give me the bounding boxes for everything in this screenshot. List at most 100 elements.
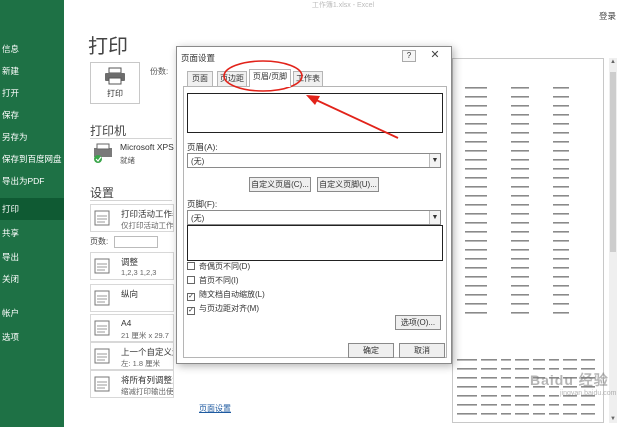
print-button[interactable]: 打印 [90, 62, 140, 104]
setting-subtitle: 仅打印活动工作 [121, 221, 174, 230]
tab[interactable]: 工作表 [293, 71, 323, 86]
nav-item[interactable]: 保存 [0, 104, 64, 126]
preview-line [481, 395, 497, 397]
page-setup-dialog: 页面设置 ? ✕ 页面 页边距 页眉/页脚 工作表 页眉(A): (无) ▼ 自定义页… [176, 46, 452, 364]
nav-item[interactable]: 信息 [0, 38, 64, 60]
tab[interactable]: 页边距 [217, 71, 247, 86]
checkbox-label: 首页不同(I) [199, 276, 239, 285]
preview-line [465, 105, 487, 107]
preview-line [553, 87, 569, 89]
nav-item[interactable]: 打印 [0, 198, 64, 220]
preview-line [553, 159, 569, 161]
footer-select[interactable]: (无) ▼ [187, 210, 441, 225]
preview-line [511, 312, 529, 314]
printer-check-icon [94, 143, 112, 163]
nav-item[interactable]: 帐户 [0, 302, 64, 324]
preview-line [533, 413, 545, 415]
header-preview [187, 93, 443, 133]
preview-line [563, 413, 577, 415]
preview-line [549, 359, 559, 361]
preview-line [511, 177, 529, 179]
nav-item[interactable]: 导出 [0, 246, 64, 268]
preview-line [457, 404, 477, 406]
setting-subtitle: 缩减打印输出使其只有一… [121, 387, 174, 396]
setting-title: A4 [121, 318, 132, 328]
preview-line [533, 395, 545, 397]
sign-in-link[interactable]: 登录 [599, 10, 616, 22]
preview-line [481, 359, 497, 361]
scroll-up-icon[interactable]: ▲ [609, 58, 617, 66]
preview-line [563, 359, 577, 361]
cancel-button[interactable]: 取消 [399, 343, 445, 358]
nav-item[interactable]: 打开 [0, 82, 64, 104]
nav-item[interactable]: 保存到百度网盘 [0, 148, 64, 170]
page-setup-link[interactable]: 页面设置 [199, 403, 231, 414]
nav-item[interactable]: 关闭 [0, 268, 64, 290]
margins-icon [93, 347, 111, 365]
nav-item[interactable]: 另存为 [0, 126, 64, 148]
checkbox[interactable] [187, 276, 195, 284]
settings-heading: 设置 [90, 186, 115, 200]
preview-line [511, 303, 529, 305]
preview-line [465, 267, 487, 269]
close-icon[interactable]: ✕ [425, 49, 445, 63]
checkbox-row[interactable]: 首页不同(I) [187, 275, 239, 287]
help-button[interactable]: ? [402, 50, 416, 62]
pages-label: 页数: [90, 237, 109, 246]
nav-item[interactable]: 共享 [0, 222, 64, 244]
options-button[interactable]: 选项(O)... [395, 315, 441, 330]
preview-line [511, 186, 529, 188]
scroll-down-icon[interactable]: ▼ [609, 415, 617, 423]
nav-item[interactable]: 新建 [0, 60, 64, 82]
setting-dropdown[interactable]: 纵向 [90, 284, 174, 312]
chevron-down-icon: ▼ [429, 154, 440, 167]
preview-line [511, 276, 529, 278]
setting-dropdown[interactable]: 将所有列调整为一页缩减打印输出使其只有一… [90, 370, 174, 398]
preview-line [465, 141, 487, 143]
printer-status: 就绪 [120, 156, 135, 165]
preview-line [515, 413, 529, 415]
preview-line [553, 114, 569, 116]
setting-dropdown[interactable]: 上一个自定义边左: 1.8 厘米 [90, 342, 174, 370]
pages-input[interactable] [114, 236, 158, 248]
collate-icon [93, 257, 111, 275]
header-select[interactable]: (无) ▼ [187, 153, 441, 168]
preview-line [511, 168, 529, 170]
custom-header-button[interactable]: 自定义页眉(C)... [249, 177, 311, 192]
nav-item[interactable]: 导出为PDF [0, 170, 64, 192]
preview-line [511, 267, 529, 269]
preview-line [553, 276, 569, 278]
pages-row: 页数: [90, 236, 174, 250]
preview-line [457, 413, 477, 415]
checkbox-row[interactable]: ✓ 与页边距对齐(M) [187, 303, 259, 315]
checkbox-row[interactable]: 奇偶页不同(D) [187, 261, 250, 273]
setting-dropdown[interactable]: 调整 1,2,3 1,2,3 [90, 252, 174, 280]
preview-line [457, 359, 477, 361]
checkbox[interactable]: ✓ [187, 293, 195, 301]
preview-line [465, 123, 487, 125]
tab[interactable]: 页眉/页脚 [249, 69, 291, 87]
checkbox-label: 随文档自动缩放(L) [199, 290, 265, 299]
printer-icon [105, 67, 125, 85]
printer-select[interactable]: Microsoft XPS 就绪 [90, 138, 174, 170]
custom-footer-button[interactable]: 自定义页脚(U)... [317, 177, 379, 192]
ok-button[interactable]: 确定 [348, 343, 394, 358]
print-button-label: 打印 [107, 89, 123, 98]
preview-line [549, 395, 559, 397]
scroll-thumb[interactable] [610, 72, 616, 252]
setting-dropdown[interactable]: A4 21 厘米 x 29.7 [90, 314, 174, 342]
paper-icon [93, 319, 111, 337]
checkbox-row[interactable]: ✓ 随文档自动缩放(L) [187, 289, 265, 301]
preview-line [511, 96, 529, 98]
preview-line [553, 123, 569, 125]
checkbox[interactable] [187, 262, 195, 270]
setting-dropdown[interactable]: 打印活动工作表仅打印活动工作 [90, 204, 174, 232]
preview-line [581, 413, 595, 415]
preview-line [511, 258, 529, 260]
preview-line [549, 413, 559, 415]
nav-item[interactable]: 选项 [0, 326, 64, 348]
preview-line [515, 377, 529, 379]
checkbox[interactable]: ✓ [187, 307, 195, 315]
tab[interactable]: 页面 [187, 71, 213, 86]
preview-line [501, 359, 511, 361]
